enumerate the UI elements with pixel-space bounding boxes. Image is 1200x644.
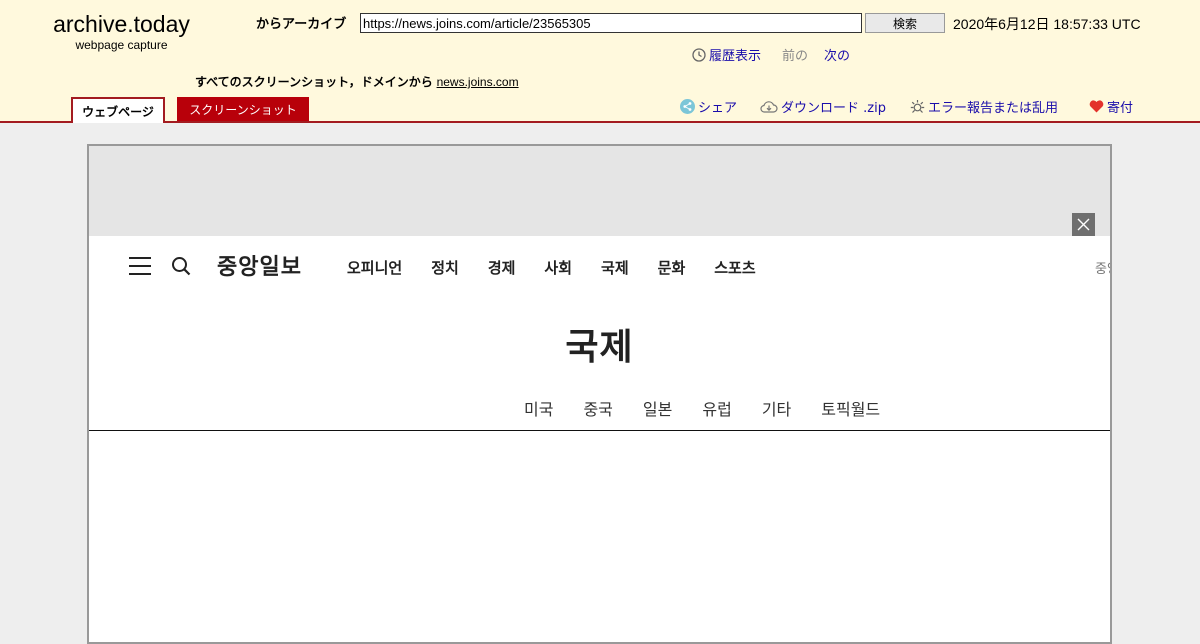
close-icon xyxy=(1077,218,1090,231)
report-error-link[interactable]: エラー報告または乱用 xyxy=(910,97,1058,116)
url-input[interactable] xyxy=(360,13,862,33)
search-icon[interactable] xyxy=(171,256,191,276)
search-button[interactable]: 検索 xyxy=(865,13,945,33)
cloud-download-icon xyxy=(760,100,778,113)
main-nav: 오피니언 정치 경제 사회 국제 문화 스포츠 xyxy=(347,257,756,278)
ad-banner-area xyxy=(89,146,1110,236)
site-brand-logo[interactable]: 중앙일보 xyxy=(217,249,302,281)
donate-label: 寄付 xyxy=(1107,101,1134,116)
subnav-item-others[interactable]: 기타 xyxy=(762,396,791,420)
subnav-item-europe[interactable]: 유럽 xyxy=(702,396,731,420)
section-title: 국제 xyxy=(565,327,634,368)
report-error-label: エラー報告または乱用 xyxy=(928,101,1059,116)
share-link[interactable]: シェア xyxy=(680,97,737,116)
archive-header: archive.today webpage capture からアーカイブ 検索… xyxy=(0,0,1200,123)
nav-item-politics[interactable]: 정치 xyxy=(431,257,459,278)
tab-screenshot[interactable]: スクリーンショット xyxy=(177,97,309,121)
archive-logo[interactable]: archive.today webpage capture xyxy=(40,10,203,52)
next-capture-link[interactable]: 次の xyxy=(824,45,850,64)
nav-item-sports[interactable]: 스포츠 xyxy=(714,257,755,278)
logo-title[interactable]: archive.today xyxy=(40,10,203,38)
nav-item-society[interactable]: 사회 xyxy=(544,257,572,278)
section-subnav: 미국 중국 일본 유럽 기타 토픽월드 xyxy=(524,396,880,420)
subnav-item-topic-world[interactable]: 토픽월드 xyxy=(821,396,880,420)
domain-link[interactable]: news.joins.com xyxy=(437,75,519,89)
captured-page-frame: 중앙일보 오피니언 정치 경제 사회 국제 문화 스포츠 중앙 국제 미국 중국… xyxy=(87,144,1112,644)
clock-icon xyxy=(692,47,706,62)
logo-subtitle: webpage capture xyxy=(75,38,168,52)
download-label: ダウンロード .zip xyxy=(781,101,886,116)
nav-item-opinion[interactable]: 오피니언 xyxy=(347,257,402,278)
subnav-item-china[interactable]: 중국 xyxy=(583,396,612,420)
archive-from-label: からアーカイブ xyxy=(256,17,347,32)
all-screenshots-row: すべてのスクリーンショット，ドメインから news.joins.com xyxy=(195,73,519,90)
site-navbar: 중앙일보 오피니언 정치 경제 사회 국제 문화 스포츠 중앙 xyxy=(89,236,1110,296)
tab-webpage[interactable]: ウェブページ xyxy=(71,97,165,123)
share-icon xyxy=(680,99,695,114)
heart-icon xyxy=(1089,100,1104,113)
all-screenshots-label: すべてのスクリーンショット，ドメインから xyxy=(195,75,433,89)
bug-icon xyxy=(910,100,925,113)
navbar-cut-text[interactable]: 중앙 xyxy=(1095,258,1110,277)
donate-link[interactable]: 寄付 xyxy=(1089,97,1133,116)
close-ad-button[interactable] xyxy=(1072,213,1095,236)
hamburger-menu-icon[interactable] xyxy=(128,256,152,276)
nav-item-culture[interactable]: 문화 xyxy=(658,257,686,278)
subnav-item-japan[interactable]: 일본 xyxy=(643,396,672,420)
section-divider xyxy=(89,430,1110,431)
nav-item-economy[interactable]: 경제 xyxy=(488,257,516,278)
history-link[interactable]: 履歴表示 xyxy=(692,45,761,64)
capture-date: 2020年6月12日 18:57:33 UTC xyxy=(953,16,1141,32)
share-label: シェア xyxy=(698,101,738,116)
subnav-item-usa[interactable]: 미국 xyxy=(524,396,553,420)
download-link[interactable]: ダウンロード .zip xyxy=(760,97,886,116)
history-link-label: 履歴表示 xyxy=(709,49,762,64)
nav-item-international[interactable]: 국제 xyxy=(601,257,629,278)
prev-capture-text: 前の xyxy=(782,49,809,64)
